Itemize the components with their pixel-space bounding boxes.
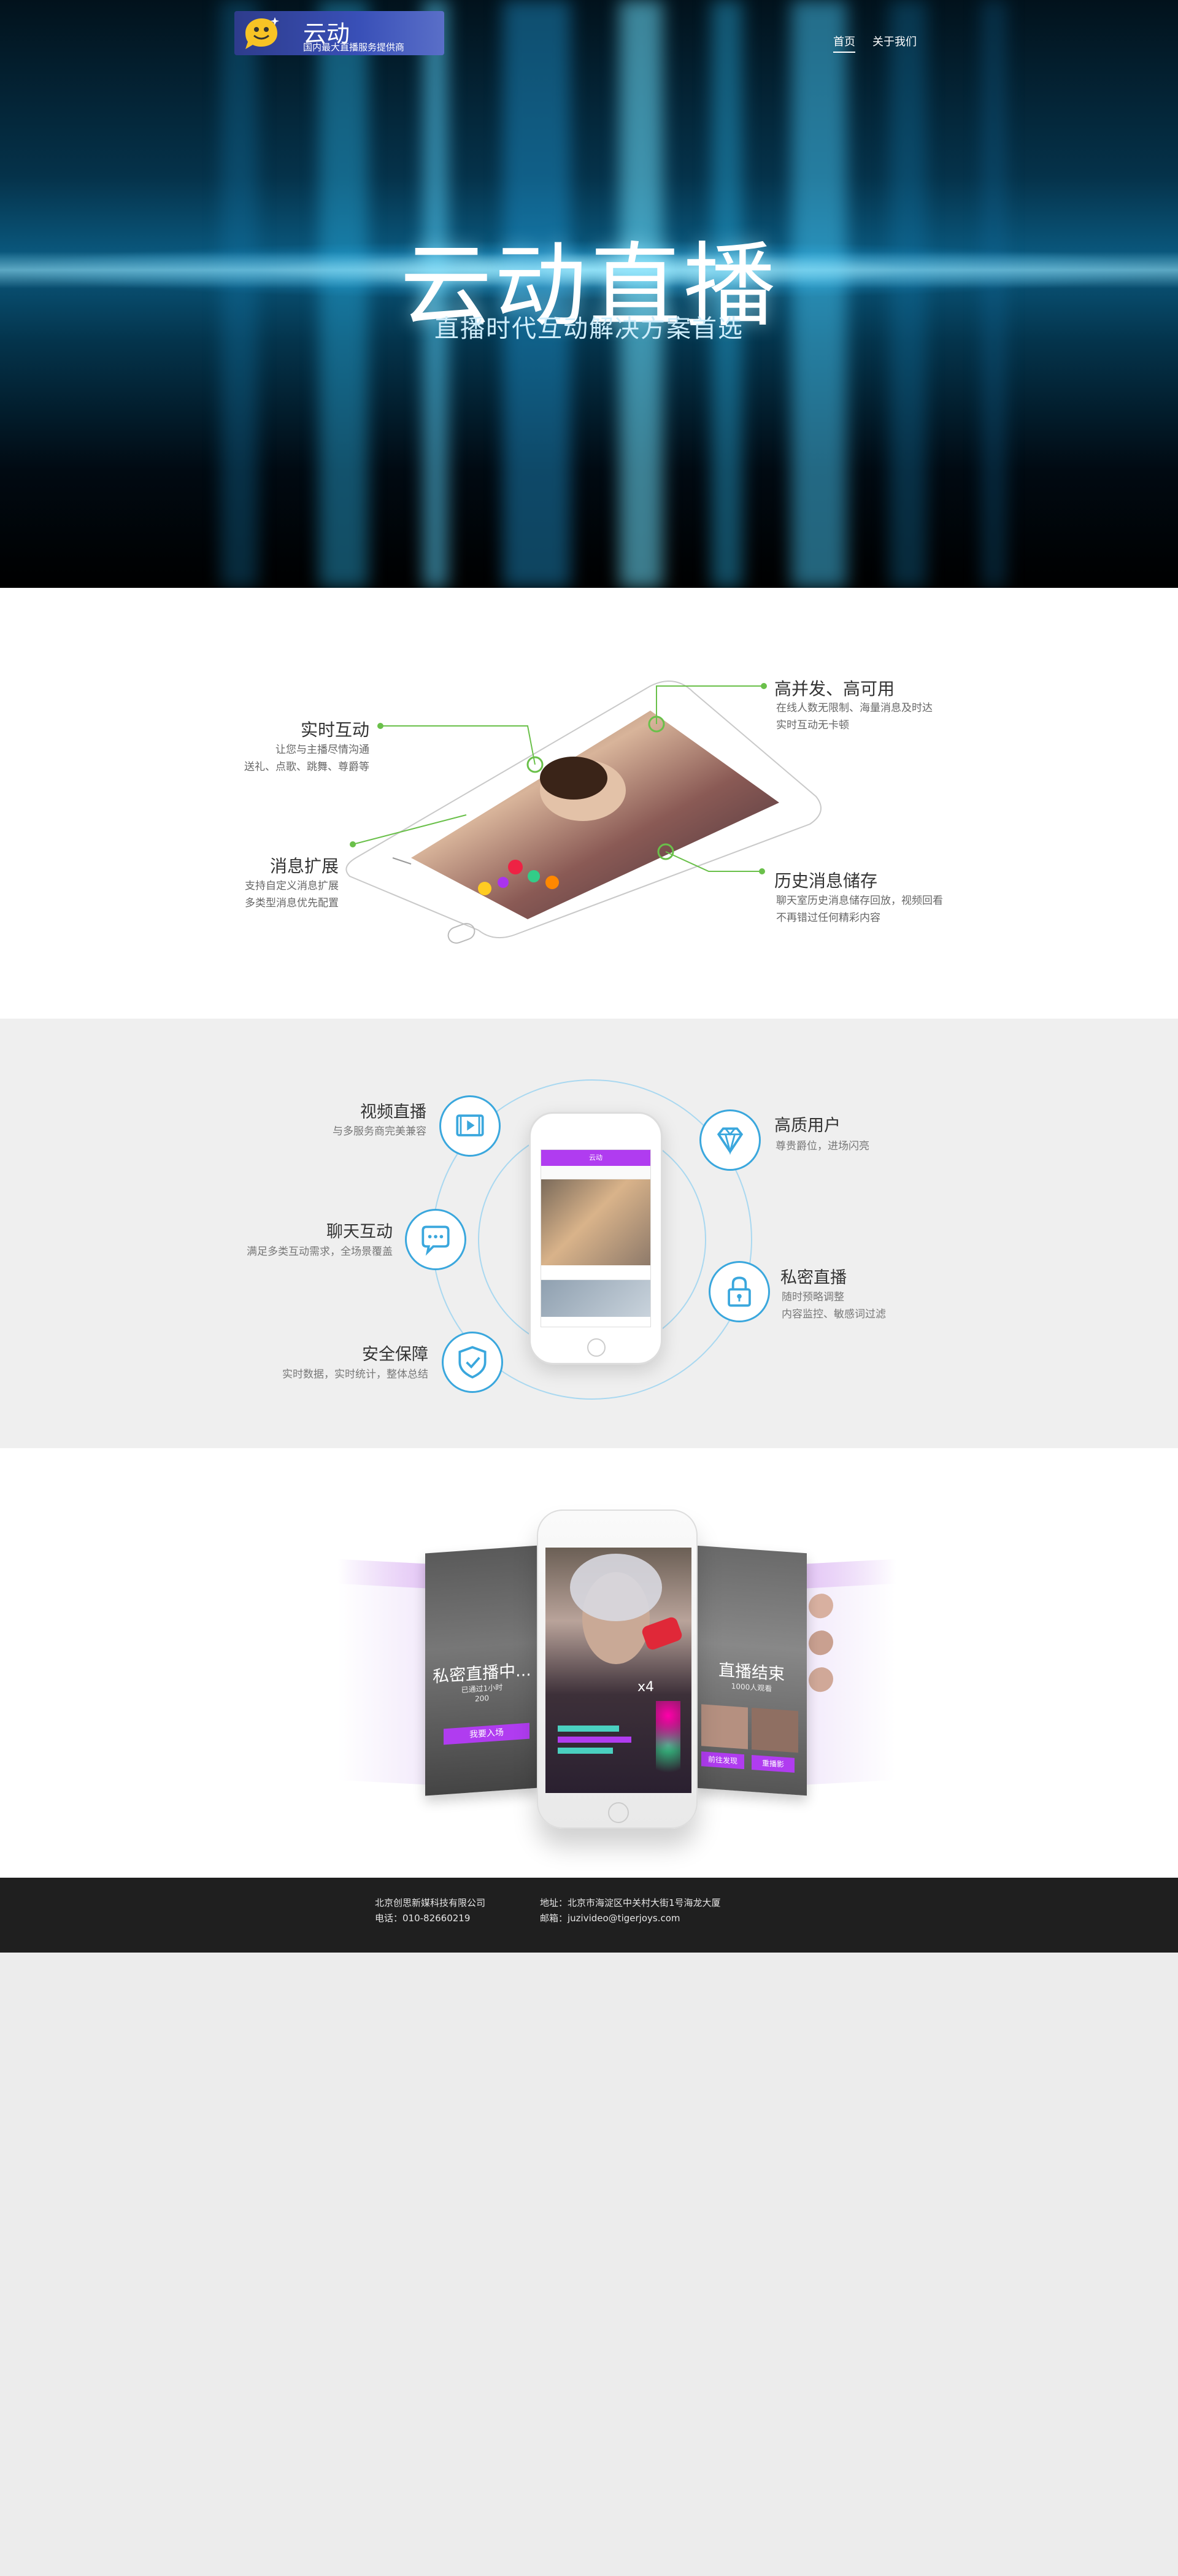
smiley-logo-icon [245, 17, 279, 49]
enter-room-button[interactable]: 我要入场 [444, 1722, 529, 1745]
logo-subtitle: 国内最大直播服务提供商 [303, 42, 405, 53]
feature-history-title: 历史消息储存 [774, 871, 878, 891]
live-ended-screen: 直播结束 1000人观看 前往发现 重播影 [696, 1545, 807, 1796]
cap-private-desc-1: 随时预略调整 [782, 1291, 844, 1303]
cap-security-desc: 实时数据，实时统计，整体总结 [282, 1368, 428, 1381]
phone-app-title: 云动 [541, 1150, 650, 1166]
page-background [0, 1953, 1178, 2576]
cap-chat-title: 聊天互动 [326, 1222, 393, 1241]
hero-banner: 云动 国内最大直播服务提供商 首页 关于我们 云动直播 直播时代互动解决方案首选 [0, 0, 1178, 588]
feature-realtime-desc-1: 让您与主播尽情沟通 [275, 744, 369, 756]
feature-extension-desc-2: 多类型消息优先配置 [245, 897, 339, 909]
feature-realtime-title: 实时互动 [300, 720, 369, 740]
footer: 北京创思新媒科技有限公司 电话：010-82660219 地址：北京市海淀区中关… [0, 1878, 1178, 1953]
feature-concurrency-title: 高并发、高可用 [774, 679, 895, 699]
shield-check-icon [442, 1332, 503, 1393]
private-live-screen: 私密直播中... 已通过1小时 200 我要入场 [425, 1545, 539, 1796]
showcase-phone: x4 [537, 1510, 698, 1829]
feature-realtime-desc-2: 送礼、点歌、跳舞、尊爵等 [244, 761, 369, 773]
cap-quality-desc: 尊贵爵位，进场闪亮 [776, 1140, 869, 1152]
feature-concurrency-desc-2: 实时互动无卡顿 [776, 719, 849, 731]
feature-concurrency-desc-1: 在线人数无限制、海量消息及时达 [776, 702, 933, 714]
center-phone: 云动 [529, 1112, 663, 1365]
feature-history-desc-1: 聊天室历史消息储存回放，视频回看 [776, 895, 943, 907]
replay-button[interactable]: 重播影 [752, 1755, 795, 1773]
feature-history-desc-2: 不再错过任何精彩内容 [776, 912, 880, 924]
screens-showcase-section: 私密直播中... 已通过1小时 200 我要入场 直播结束 1000人观看 前往… [0, 1448, 1178, 1878]
cap-quality-title: 高质用户 [774, 1116, 841, 1135]
faded-list-screen-right [798, 1559, 896, 1786]
nav-about[interactable]: 关于我们 [872, 33, 917, 49]
chat-bubble-icon [405, 1209, 466, 1270]
gift-multiplier: x4 [637, 1679, 655, 1695]
feature-extension-title: 消息扩展 [269, 856, 339, 876]
feature-connector-lines [350, 683, 767, 874]
feature-extension-desc-1: 支持自定义消息扩展 [245, 880, 339, 892]
footer-company: 北京创思新媒科技有限公司 [375, 1897, 486, 1908]
cap-video-desc: 与多服务商完美兼容 [333, 1125, 426, 1138]
logo[interactable]: 云动 国内最大直播服务提供商 [234, 11, 444, 55]
faded-list-screen-left [337, 1559, 436, 1786]
cap-private-title: 私密直播 [780, 1268, 847, 1287]
cap-video-title: 视频直播 [360, 1103, 426, 1122]
nav-home[interactable]: 首页 [833, 33, 855, 53]
cap-chat-desc: 满足多类互动需求，全场景覆盖 [247, 1246, 393, 1258]
footer-email[interactable]: 邮箱：juzivideo@tigerjoys.com [540, 1911, 680, 1924]
capabilities-section: 云动 视频直播 与多服务商完美兼容 聊天互动 满足多类互动需求，全场景覆盖 安全… [0, 1019, 1178, 1448]
hero-subtitle: 直播时代互动解决方案首选 [434, 315, 744, 343]
video-live-icon [439, 1095, 501, 1157]
footer-address: 地址：北京市海淀区中关村大街1号海龙大厦 [540, 1897, 721, 1908]
cap-security-title: 安全保障 [362, 1345, 428, 1364]
diamond-icon [699, 1109, 761, 1171]
features-section: 实时互动 让您与主播尽情沟通 送礼、点歌、跳舞、尊爵等 高并发、高可用 在线人数… [0, 588, 1178, 1019]
go-discover-button[interactable]: 前往发现 [701, 1751, 744, 1770]
footer-phone: 电话：010-82660219 [375, 1913, 471, 1924]
lock-icon [709, 1261, 770, 1322]
cap-private-desc-2: 内容监控、敏感词过滤 [782, 1308, 886, 1321]
